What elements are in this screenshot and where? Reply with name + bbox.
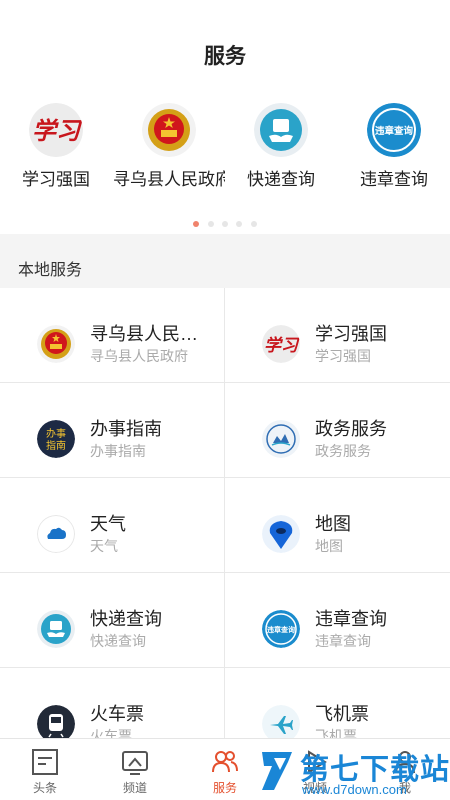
map-pin-icon — [262, 515, 300, 553]
service-title: 飞机票 — [315, 704, 369, 724]
top-service-violation[interactable]: 违章查询 违章查询 — [338, 100, 450, 199]
service-subtitle: 学习强国 — [315, 348, 371, 364]
service-train[interactable]: 火车票 火车票 — [0, 668, 225, 738]
service-weather[interactable]: 天气 天气 — [0, 478, 225, 573]
header: 服务 — [0, 0, 450, 98]
service-subtitle: 违章查询 — [315, 633, 371, 649]
svg-text:指南: 指南 — [46, 439, 66, 452]
pager-dot — [236, 221, 243, 227]
tab-channel[interactable]: 频道 — [90, 739, 180, 800]
gov-service-icon — [262, 420, 300, 458]
section-title: 本地服务 — [18, 262, 83, 279]
top-service-xuexi[interactable]: 学习 学习强国 — [0, 100, 112, 199]
service-guide[interactable]: 办事 指南 办事指南 办事指南 — [0, 383, 225, 478]
local-services-header: 本地服务 — [0, 234, 450, 288]
service-title: 政务服务 — [315, 419, 387, 439]
watermark-logo-icon — [262, 752, 292, 790]
service-subtitle: 地图 — [315, 538, 343, 554]
watermark-url: www.d7down.com — [302, 782, 407, 797]
train-icon — [37, 705, 75, 738]
service-title: 学习强国 — [315, 324, 387, 344]
top-service-label: 违章查询 — [360, 170, 428, 189]
tab-label: 头条 — [32, 781, 57, 795]
national-emblem-icon — [142, 103, 196, 157]
service-title: 违章查询 — [315, 609, 387, 629]
national-emblem-icon — [37, 325, 75, 363]
svg-text:学习: 学习 — [32, 116, 83, 145]
headline-icon — [30, 747, 60, 777]
express-query-icon — [37, 610, 75, 648]
service-title: 地图 — [315, 514, 351, 534]
service-subtitle: 火车票 — [90, 728, 132, 738]
violation-query-icon: 违章查询 — [262, 610, 300, 648]
service-subtitle: 办事指南 — [90, 443, 146, 459]
service-title: 寻乌县人民… — [90, 324, 198, 344]
svg-text:办事: 办事 — [46, 427, 66, 440]
weather-cloud-icon — [37, 515, 75, 553]
svg-text:违章查询: 违章查询 — [267, 625, 295, 634]
top-services-carousel[interactable]: 学习 学习强国 寻乌县人民政府 快递查询 违章查询 违章查询 — [0, 100, 450, 210]
xuexi-qiangguo-icon: 学习 — [262, 325, 300, 363]
top-service-label: 寻乌县人民政府 — [113, 170, 225, 189]
tab-headline[interactable]: 头条 — [0, 739, 90, 800]
service-map[interactable]: 地图 地图 — [225, 478, 450, 573]
pager-dot-active — [193, 221, 200, 227]
local-services-grid: 寻乌县人民… 寻乌县人民政府 学习 学习强国 学习强国 办事 指南 办事指南 办… — [0, 288, 450, 738]
service-express[interactable]: 快递查询 快递查询 — [0, 573, 225, 668]
violation-query-icon: 违章查询 — [367, 103, 421, 157]
page-title: 服务 — [204, 45, 246, 68]
pager-dot — [250, 221, 257, 227]
site-watermark: 第七下载站 www.d7down.com — [258, 742, 450, 800]
pager-dot — [222, 221, 228, 227]
service-xuexi[interactable]: 学习 学习强国 学习强国 — [225, 288, 450, 383]
tab-label: 频道 — [122, 781, 147, 795]
express-query-icon — [254, 103, 308, 157]
service-xunwu-gov[interactable]: 寻乌县人民… 寻乌县人民政府 — [0, 288, 225, 383]
service-subtitle: 寻乌县人民政府 — [90, 348, 188, 364]
service-title: 办事指南 — [90, 419, 162, 439]
tab-service[interactable]: 服务 — [180, 739, 270, 800]
carousel-pager — [0, 214, 450, 227]
top-service-label: 快递查询 — [247, 170, 315, 189]
channel-icon — [120, 747, 150, 777]
tab-label: 服务 — [212, 781, 237, 795]
service-title: 天气 — [90, 514, 126, 534]
svg-text:学习: 学习 — [264, 336, 300, 356]
service-subtitle: 政务服务 — [315, 443, 371, 459]
svg-text:违章查询: 违章查询 — [375, 125, 414, 137]
service-title: 快递查询 — [90, 609, 162, 629]
service-gov-affairs[interactable]: 政务服务 政务服务 — [225, 383, 450, 478]
xuexi-qiangguo-icon: 学习 — [29, 103, 83, 157]
service-subtitle: 快递查询 — [90, 633, 146, 649]
top-service-label: 学习强国 — [22, 170, 90, 189]
service-subtitle: 天气 — [90, 538, 118, 554]
top-service-express[interactable]: 快递查询 — [225, 100, 337, 199]
top-service-xunwu-gov[interactable]: 寻乌县人民政府 — [113, 100, 225, 199]
service-subtitle: 飞机票 — [315, 728, 357, 738]
service-violation[interactable]: 违章查询 违章查询 违章查询 — [225, 573, 450, 668]
service-title: 火车票 — [90, 704, 144, 724]
pager-dot — [207, 221, 214, 227]
guide-icon: 办事 指南 — [37, 420, 75, 458]
service-people-icon — [210, 747, 240, 777]
airplane-icon — [262, 705, 300, 738]
service-flight[interactable]: 飞机票 飞机票 — [225, 668, 450, 738]
